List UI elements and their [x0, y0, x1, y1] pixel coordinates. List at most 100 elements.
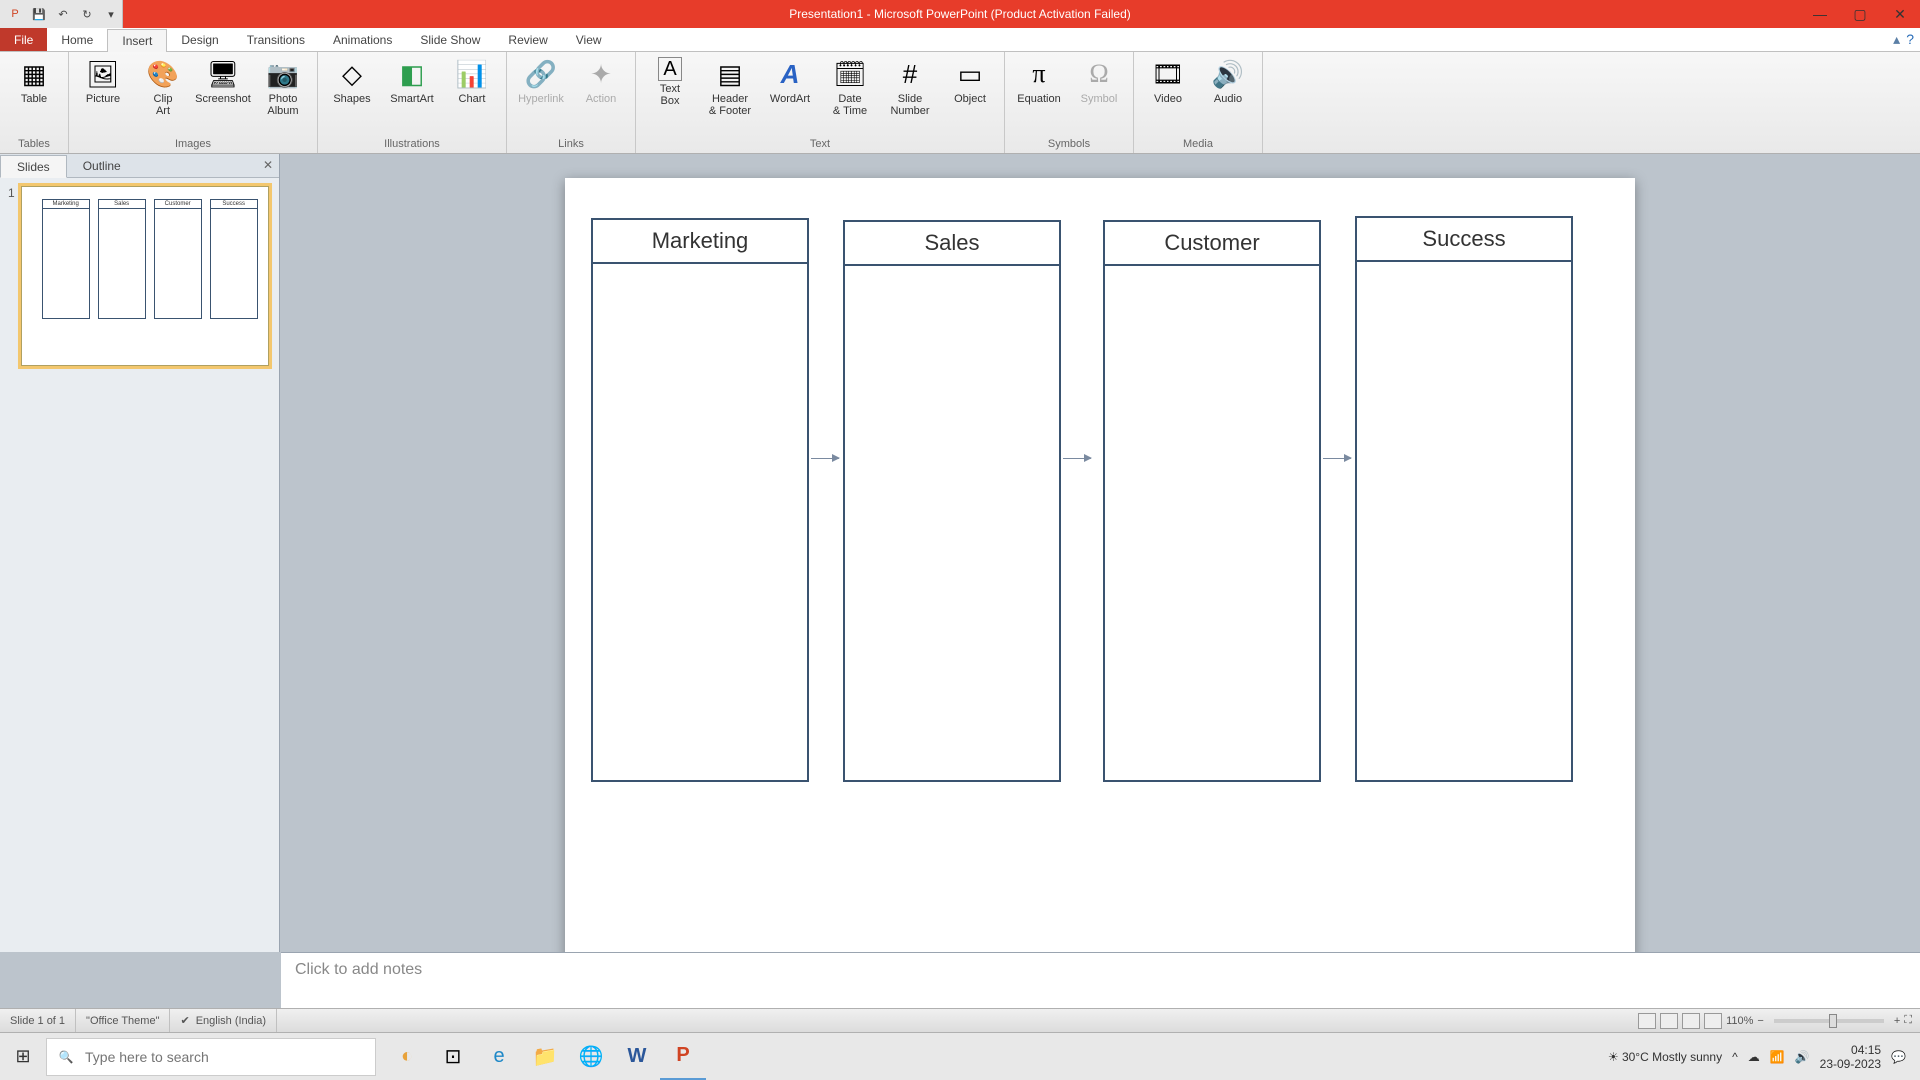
save-button[interactable]: 💾 [28, 3, 50, 25]
title-bar: P 💾 ↶ ↻ ▾ Presentation1 - Microsoft Powe… [0, 0, 1920, 28]
equation-button[interactable]: πEquation [1011, 55, 1067, 105]
group-links: 🔗Hyperlink ✦Action Links [507, 52, 636, 153]
powerpoint-taskbar-icon[interactable]: P [660, 1033, 706, 1080]
start-button[interactable]: ⊞ [0, 1033, 46, 1080]
task-view-button[interactable]: ⊡ [430, 1033, 476, 1080]
normal-view-button[interactable] [1638, 1013, 1656, 1029]
zoom-slider[interactable] [1774, 1019, 1884, 1023]
slideshow-view-button[interactable] [1704, 1013, 1722, 1029]
tab-file[interactable]: File [0, 28, 47, 51]
datetime-icon: 🗓 [833, 57, 867, 91]
arrow-connector[interactable] [1323, 458, 1351, 459]
close-button[interactable]: ✕ [1880, 0, 1920, 28]
wordart-button[interactable]: AWordArt [762, 55, 818, 105]
qat-customize-icon[interactable]: ▾ [100, 3, 122, 25]
maximize-button[interactable]: ▢ [1840, 0, 1880, 28]
group-tables: ▦Table Tables [0, 52, 69, 153]
group-media: 🎞Video 🔊Audio Media [1134, 52, 1263, 153]
screenshot-button[interactable]: 🖥Screenshot [195, 55, 251, 105]
tab-slideshow[interactable]: Slide Show [406, 28, 494, 51]
sorter-view-button[interactable] [1660, 1013, 1678, 1029]
group-label-text: Text [642, 136, 998, 152]
notifications-icon[interactable]: 💬 [1891, 1050, 1906, 1064]
zoom-in-button[interactable]: + [1894, 1015, 1900, 1027]
slide-canvas[interactable]: Marketing Sales Customer Success [565, 178, 1635, 952]
hyperlink-button[interactable]: 🔗Hyperlink [513, 55, 569, 105]
status-language[interactable]: ✔ English (India) [170, 1009, 277, 1032]
window-controls: — ▢ ✕ [1800, 0, 1920, 28]
ribbon: ▦Table Tables 🖼Picture 🎨ClipArt 🖥Screens… [0, 52, 1920, 154]
thumb-number: 1 [8, 186, 15, 366]
fit-to-window-button[interactable]: ⛶ [1904, 1014, 1912, 1027]
tab-home[interactable]: Home [47, 28, 107, 51]
help-icon[interactable]: ? [1906, 31, 1914, 48]
word-icon[interactable]: W [614, 1033, 660, 1080]
slidenumber-button[interactable]: #SlideNumber [882, 55, 938, 117]
taskbar-search[interactable]: 🔍 [46, 1038, 376, 1076]
wordart-icon: A [773, 57, 807, 91]
slide-editor[interactable]: Marketing Sales Customer Success [280, 154, 1920, 952]
slide-thumbnail-1[interactable]: Marketing Sales Customer Success [21, 186, 269, 366]
tray-chevron-icon[interactable]: ^ [1732, 1050, 1738, 1064]
datetime-button[interactable]: 🗓Date& Time [822, 55, 878, 117]
group-symbols: πEquation ΩSymbol Symbols [1005, 52, 1134, 153]
panel-tab-slides[interactable]: Slides [0, 155, 67, 178]
zoom-out-button[interactable]: − [1757, 1015, 1763, 1027]
file-explorer-icon[interactable]: 📁 [522, 1033, 568, 1080]
windows-taskbar: ⊞ 🔍 ◐ ⊡ e 📁 🌐 W P ☀ 30°C Mostly sunny ^ … [0, 1032, 1920, 1080]
video-icon: 🎞 [1151, 57, 1185, 91]
shapes-button[interactable]: ◇Shapes [324, 55, 380, 105]
swimlane-header: Customer [1105, 222, 1319, 266]
tab-view[interactable]: View [562, 28, 616, 51]
video-button[interactable]: 🎞Video [1140, 55, 1196, 105]
object-button[interactable]: ▭Object [942, 55, 998, 105]
smartart-button[interactable]: ◧SmartArt [384, 55, 440, 105]
zoom-level[interactable]: 110% [1726, 1015, 1753, 1027]
panel-close-button[interactable]: ✕ [261, 158, 275, 172]
taskbar-circle-icon[interactable]: ◐ [384, 1033, 430, 1080]
table-button[interactable]: ▦Table [6, 55, 62, 105]
arrow-connector[interactable] [1063, 458, 1091, 459]
headerfooter-button[interactable]: ▤Header& Footer [702, 55, 758, 117]
symbol-button[interactable]: ΩSymbol [1071, 55, 1127, 105]
group-label-tables: Tables [6, 136, 62, 152]
tab-transitions[interactable]: Transitions [233, 28, 319, 51]
action-button[interactable]: ✦Action [573, 55, 629, 105]
picture-button[interactable]: 🖼Picture [75, 55, 131, 105]
swimlane-success[interactable]: Success [1355, 216, 1573, 782]
group-label-illustrations: Illustrations [324, 136, 500, 152]
powerpoint-icon[interactable]: P [4, 3, 26, 25]
reading-view-button[interactable] [1682, 1013, 1700, 1029]
clipart-button[interactable]: 🎨ClipArt [135, 55, 191, 117]
textbox-button[interactable]: ATextBox [642, 55, 698, 107]
edge-icon[interactable]: e [476, 1033, 522, 1080]
minimize-button[interactable]: — [1800, 0, 1840, 28]
tab-review[interactable]: Review [494, 28, 561, 51]
spellcheck-icon: ✔ [180, 1014, 189, 1027]
chart-button[interactable]: 📊Chart [444, 55, 500, 105]
photoalbum-button[interactable]: 📷PhotoAlbum [255, 55, 311, 117]
taskbar-clock[interactable]: 04:15 23-09-2023 [1820, 1043, 1881, 1071]
swimlane-sales[interactable]: Sales [843, 220, 1061, 782]
chrome-icon[interactable]: 🌐 [568, 1033, 614, 1080]
swimlane-marketing[interactable]: Marketing [591, 218, 809, 782]
tab-design[interactable]: Design [167, 28, 232, 51]
volume-icon[interactable]: 🔊 [1795, 1050, 1810, 1064]
notes-pane[interactable]: Click to add notes [281, 952, 1920, 1008]
weather-widget[interactable]: ☀ 30°C Mostly sunny [1608, 1050, 1722, 1064]
onedrive-icon[interactable]: ☁ [1748, 1050, 1760, 1064]
headerfooter-icon: ▤ [713, 57, 747, 91]
group-label-links: Links [513, 136, 629, 152]
panel-tab-outline[interactable]: Outline [67, 154, 137, 177]
audio-button[interactable]: 🔊Audio [1200, 55, 1256, 105]
search-input[interactable] [85, 1049, 375, 1065]
redo-button[interactable]: ↻ [76, 3, 98, 25]
tab-insert[interactable]: Insert [107, 29, 167, 52]
minimize-ribbon-icon[interactable]: ▴ [1893, 31, 1900, 48]
swimlane-customer[interactable]: Customer [1103, 220, 1321, 782]
wifi-icon[interactable]: 📶 [1770, 1050, 1785, 1064]
tab-animations[interactable]: Animations [319, 28, 406, 51]
arrow-connector[interactable] [811, 458, 839, 459]
group-images: 🖼Picture 🎨ClipArt 🖥Screenshot 📷PhotoAlbu… [69, 52, 318, 153]
undo-button[interactable]: ↶ [52, 3, 74, 25]
